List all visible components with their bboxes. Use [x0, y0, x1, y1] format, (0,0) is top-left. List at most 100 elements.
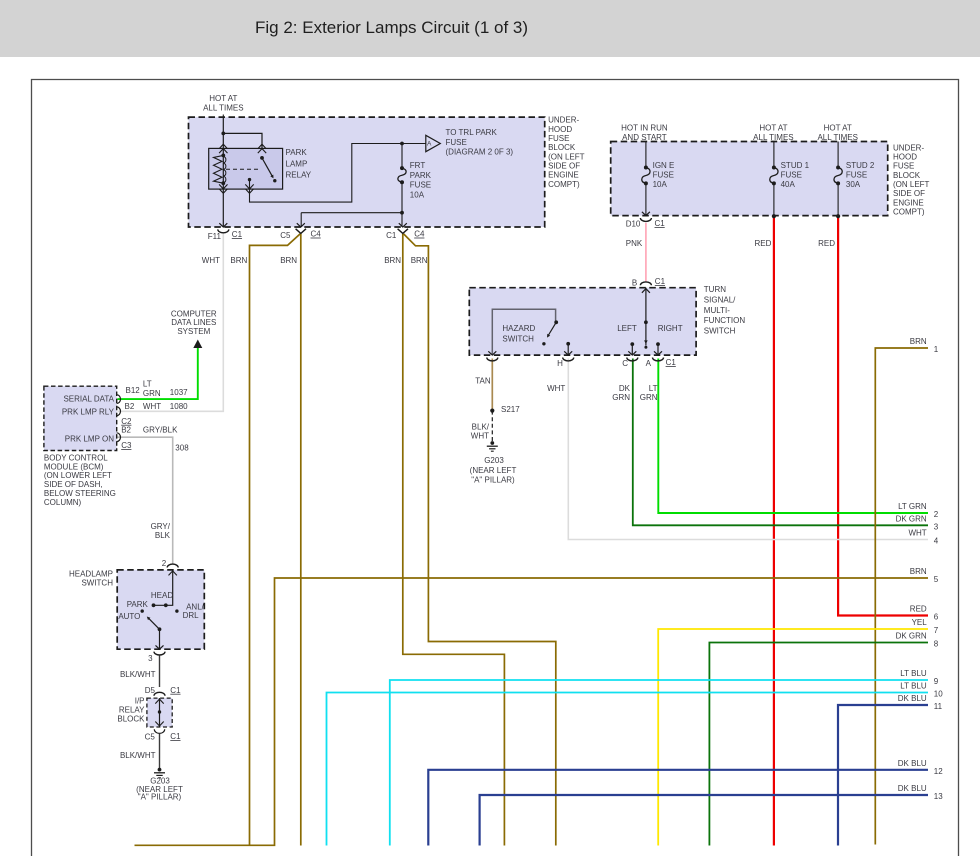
svg-text:RED: RED	[818, 239, 835, 248]
svg-text:FUSE: FUSE	[781, 171, 802, 180]
svg-text:FUSE: FUSE	[410, 181, 431, 190]
svg-text:HOT AT: HOT AT	[759, 124, 787, 133]
svg-text:SWITCH: SWITCH	[502, 334, 534, 343]
svg-text:LT BLU: LT BLU	[900, 669, 927, 678]
svg-text:3: 3	[148, 654, 153, 663]
svg-text:GRY/: GRY/	[151, 522, 171, 531]
svg-text:2: 2	[162, 559, 167, 568]
svg-text:S217: S217	[501, 405, 520, 414]
svg-text:ALL TIMES: ALL TIMES	[753, 133, 793, 142]
svg-text:B2: B2	[125, 402, 135, 411]
svg-text:MODULE (BCM): MODULE (BCM)	[44, 462, 104, 471]
svg-text:WHT: WHT	[908, 529, 926, 538]
svg-text:G203: G203	[484, 456, 504, 465]
svg-text:COMPUTER: COMPUTER	[171, 309, 217, 318]
svg-text:1080: 1080	[170, 402, 188, 411]
svg-text:13: 13	[934, 792, 943, 801]
svg-text:DATA LINES: DATA LINES	[171, 318, 216, 327]
svg-text:BELOW STEERING: BELOW STEERING	[44, 489, 116, 498]
svg-text:DK GRN: DK GRN	[896, 515, 927, 524]
svg-text:LT: LT	[649, 384, 658, 393]
svg-text:GRN: GRN	[143, 389, 161, 398]
svg-text:WHT: WHT	[202, 256, 220, 265]
svg-text:UNDER-: UNDER-	[548, 116, 579, 125]
svg-text:(ON LEFT: (ON LEFT	[893, 180, 930, 189]
svg-text:UNDER-: UNDER-	[893, 143, 924, 152]
svg-text:BRN: BRN	[280, 256, 297, 265]
svg-text:Fig 2: Exterior Lamps Circuit: Fig 2: Exterior Lamps Circuit (1 of 3)	[255, 18, 528, 37]
svg-text:10: 10	[934, 690, 943, 699]
svg-text:SWITCH: SWITCH	[704, 326, 736, 335]
svg-text:B12: B12	[126, 386, 141, 395]
svg-text:PARK: PARK	[286, 148, 308, 157]
svg-text:5: 5	[934, 575, 939, 584]
svg-text:STUD 2: STUD 2	[846, 161, 875, 170]
svg-text:IGN E: IGN E	[653, 161, 675, 170]
svg-text:HOT AT: HOT AT	[824, 124, 852, 133]
svg-text:RELAY: RELAY	[119, 706, 145, 715]
svg-text:LT BLU: LT BLU	[900, 682, 927, 691]
svg-text:ENGINE: ENGINE	[893, 198, 924, 207]
svg-text:HAZARD: HAZARD	[502, 324, 535, 333]
svg-text:8: 8	[934, 640, 939, 649]
svg-text:I/P: I/P	[135, 697, 145, 706]
svg-text:"A" PILLAR): "A" PILLAR)	[471, 476, 515, 485]
svg-text:C5: C5	[280, 231, 291, 240]
svg-text:AUTO: AUTO	[118, 612, 140, 621]
svg-text:FUSE: FUSE	[893, 162, 914, 171]
svg-text:C: C	[622, 359, 628, 368]
svg-text:MULTI-: MULTI-	[704, 306, 730, 315]
svg-text:10A: 10A	[653, 180, 668, 189]
svg-text:LAMP: LAMP	[286, 159, 308, 168]
svg-text:11: 11	[934, 702, 943, 711]
svg-text:YEL: YEL	[912, 618, 928, 627]
svg-text:TURN: TURN	[704, 285, 726, 294]
svg-text:GRN: GRN	[640, 393, 658, 402]
svg-text:C1: C1	[386, 231, 397, 240]
svg-text:FUSE: FUSE	[548, 134, 569, 143]
svg-text:1: 1	[934, 345, 939, 354]
svg-text:C3: C3	[121, 441, 132, 450]
svg-text:9: 9	[934, 677, 939, 686]
svg-text:GRN: GRN	[612, 393, 630, 402]
svg-text:DK: DK	[619, 384, 631, 393]
svg-text:HOOD: HOOD	[548, 125, 572, 134]
svg-text:H: H	[557, 359, 563, 368]
svg-text:2: 2	[934, 510, 939, 519]
svg-text:HEADLAMP: HEADLAMP	[69, 570, 113, 579]
svg-text:PRK LMP RLY: PRK LMP RLY	[62, 407, 115, 416]
svg-text:BRN: BRN	[230, 256, 247, 265]
svg-text:BLOCK: BLOCK	[548, 143, 576, 152]
svg-text:SWITCH: SWITCH	[81, 579, 113, 588]
svg-text:COMPT): COMPT)	[548, 180, 580, 189]
svg-text:6: 6	[934, 613, 939, 622]
svg-text:A: A	[646, 359, 652, 368]
svg-text:12: 12	[934, 767, 943, 776]
svg-text:FUNCTION: FUNCTION	[704, 316, 746, 325]
svg-text:TAN: TAN	[475, 377, 491, 386]
svg-text:BRN: BRN	[910, 567, 927, 576]
svg-text:RELAY: RELAY	[286, 171, 312, 180]
svg-text:HOT IN RUN: HOT IN RUN	[621, 124, 668, 133]
svg-text:WHT: WHT	[143, 402, 161, 411]
svg-text:RED: RED	[755, 239, 772, 248]
svg-text:FRT: FRT	[410, 161, 426, 170]
svg-text:ALL TIMES: ALL TIMES	[203, 104, 243, 113]
svg-text:COLUMN): COLUMN)	[44, 498, 82, 507]
svg-text:WHT: WHT	[547, 384, 565, 393]
svg-text:SIDE OF: SIDE OF	[548, 162, 580, 171]
svg-text:BLK/: BLK/	[472, 422, 490, 431]
svg-text:COMPT): COMPT)	[893, 208, 925, 217]
svg-text:B2: B2	[121, 425, 131, 434]
svg-text:BLOCK: BLOCK	[893, 171, 921, 180]
svg-text:HEAD: HEAD	[151, 591, 173, 600]
svg-text:BRN: BRN	[910, 337, 927, 346]
svg-text:(ON LOWER LEFT: (ON LOWER LEFT	[44, 471, 112, 480]
svg-text:4: 4	[934, 537, 939, 546]
svg-text:(NEAR LEFT: (NEAR LEFT	[470, 466, 517, 475]
svg-text:FUSE: FUSE	[846, 171, 867, 180]
svg-text:LEFT: LEFT	[617, 324, 637, 333]
svg-text:A: A	[427, 140, 432, 147]
svg-text:308: 308	[175, 444, 189, 453]
svg-text:ALL TIMES: ALL TIMES	[817, 133, 857, 142]
